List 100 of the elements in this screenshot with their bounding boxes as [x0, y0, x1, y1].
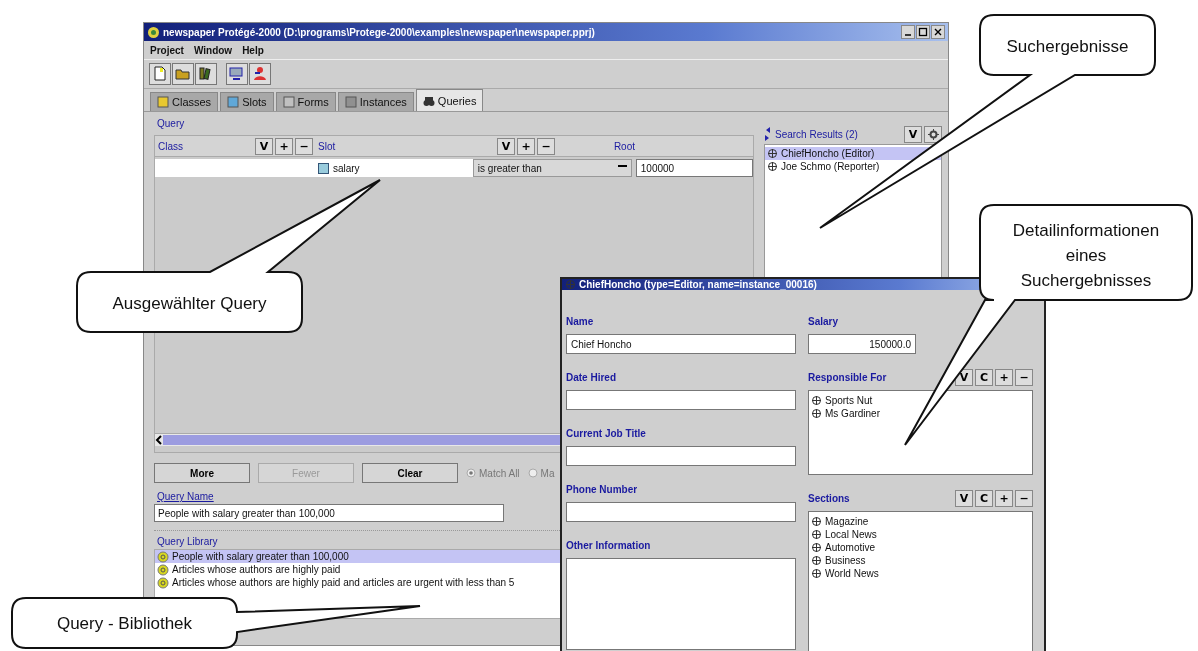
settings-icon: [927, 128, 939, 140]
list-item[interactable]: Magazine: [809, 515, 1032, 528]
window-title: newspaper Protégé-2000 (D:\programs\Protege-2000\examples\newspaper\newspaper.pprj): [163, 26, 595, 38]
monitor-icon: [228, 65, 246, 83]
field-label: Salary: [808, 315, 839, 327]
radio-button[interactable]: [527, 468, 538, 478]
small-button[interactable]: C: [975, 368, 993, 386]
toolbar-button[interactable]: [226, 63, 248, 85]
push-button[interactable]: Clear: [362, 463, 458, 483]
item-text: Local News: [825, 529, 877, 540]
small-button[interactable]: V: [497, 137, 515, 155]
radio-label: Match All: [479, 467, 520, 479]
toolbar-button[interactable]: [249, 63, 271, 85]
list-item[interactable]: Local News: [809, 528, 1032, 541]
person-icon: [251, 65, 269, 83]
callout-text: Query - Bibliothek: [56, 614, 193, 633]
tab[interactable]: Slots: [220, 92, 274, 111]
menu-item[interactable]: Help: [242, 44, 264, 56]
list-item[interactable]: Articles whose authors are highly paid: [155, 563, 753, 576]
settings-button[interactable]: [924, 125, 942, 143]
text-field[interactable]: [566, 446, 796, 466]
instance-icon: [811, 542, 822, 553]
radio-label: Ma: [540, 467, 555, 479]
item-text: Ms Gardiner: [825, 408, 880, 419]
instance-icon: [811, 529, 822, 540]
instance-icon: [565, 279, 576, 290]
slot-cell[interactable]: salary: [313, 159, 473, 177]
tab[interactable]: Instances: [337, 92, 414, 111]
small-button[interactable]: V: [255, 137, 273, 155]
small-button[interactable]: +: [995, 368, 1013, 386]
list-item[interactable]: Automotive: [809, 541, 1032, 554]
small-button[interactable]: V: [955, 489, 973, 507]
panel-title: Search Results (2): [775, 128, 858, 140]
small-button[interactable]: −: [295, 137, 313, 155]
menu-item[interactable]: Window: [193, 44, 233, 56]
small-button[interactable]: +: [517, 137, 535, 155]
text-field[interactable]: [566, 390, 796, 410]
field-label: Current Job Title: [566, 427, 646, 439]
instance-icon: [767, 148, 778, 159]
radio-button[interactable]: [466, 468, 476, 478]
tab[interactable]: Classes: [150, 92, 219, 111]
column-header: Slot: [318, 140, 336, 152]
push-button[interactable]: More: [154, 463, 250, 483]
small-button[interactable]: −: [1015, 368, 1033, 386]
scroll-left-icon: [155, 435, 163, 445]
class-cell[interactable]: [155, 159, 314, 177]
operator-text: is greater than: [477, 162, 542, 174]
field-label: Sections: [808, 492, 850, 504]
item-text: Articles whose authors are highly paid and articles are urgent with less than 5: [172, 577, 515, 588]
list-item[interactable]: Joe Schmo (Reporter): [765, 160, 941, 173]
instance-icon: [767, 161, 778, 172]
instance-icon: [811, 408, 822, 419]
item-text: Automotive: [825, 542, 876, 553]
list-item[interactable]: World News: [809, 567, 1032, 580]
list-item[interactable]: Articles whose authors are highly paid and articles are urgent with less than 5: [155, 576, 753, 589]
number-field[interactable]: 150000.0: [808, 334, 916, 354]
small-button[interactable]: C: [975, 489, 993, 507]
list-item[interactable]: Ms Gardiner: [809, 407, 1032, 420]
callout-text: Ausgewählter Query: [112, 294, 267, 313]
operator-dropdown[interactable]: is greater than: [472, 159, 632, 177]
item-text: ChiefHoncho (Editor): [781, 148, 875, 159]
app-icon: [147, 25, 160, 39]
maximize-icon: [916, 25, 930, 39]
menu-item[interactable]: Project: [150, 44, 184, 56]
small-button[interactable]: −: [537, 137, 555, 155]
tab[interactable]: Forms: [275, 92, 336, 111]
item-text: Sports Nut: [825, 395, 873, 406]
small-button[interactable]: +: [995, 489, 1013, 507]
split-arrows-icon: [764, 126, 771, 142]
section-label: Query Library: [157, 536, 218, 547]
item-text: Business: [825, 555, 866, 566]
window-title: ChiefHoncho (type=Editor, name=instance_00016): [579, 279, 817, 290]
tab-icon: [282, 96, 295, 108]
list-item[interactable]: Sports Nut: [809, 394, 1032, 407]
small-button[interactable]: −: [1015, 489, 1033, 507]
small-button[interactable]: V: [904, 125, 922, 143]
query-name-field[interactable]: People with salary greater than 100,000: [154, 504, 504, 522]
field-label: Date Hired: [566, 371, 616, 383]
item-text: Joe Schmo (Reporter): [781, 161, 880, 172]
text-area[interactable]: [566, 558, 796, 650]
instance-icon: [811, 516, 822, 527]
callout-text: Suchergebnisse: [1006, 37, 1129, 56]
text-field[interactable]: Chief Honcho: [566, 334, 796, 354]
tab-icon: [157, 96, 169, 108]
query-icon: [157, 563, 169, 576]
section-label: Query: [157, 118, 185, 129]
list-item[interactable]: Business: [809, 554, 1032, 567]
tab[interactable]: Queries: [415, 89, 484, 111]
text-field[interactable]: [566, 502, 796, 522]
small-button[interactable]: +: [275, 137, 293, 155]
toolbar-button[interactable]: [149, 63, 171, 85]
column-header: Root: [613, 140, 635, 152]
close-icon: [931, 25, 945, 39]
field-label: Phone Number: [566, 483, 638, 495]
toolbar-button[interactable]: [195, 63, 217, 85]
query-icon: [157, 576, 169, 589]
instance-icon: [811, 395, 822, 406]
callout-text: Detailinformationen eines Suchergebnisses: [1012, 221, 1160, 290]
value-field[interactable]: 100000: [635, 159, 753, 177]
toolbar-button[interactable]: [172, 63, 194, 85]
